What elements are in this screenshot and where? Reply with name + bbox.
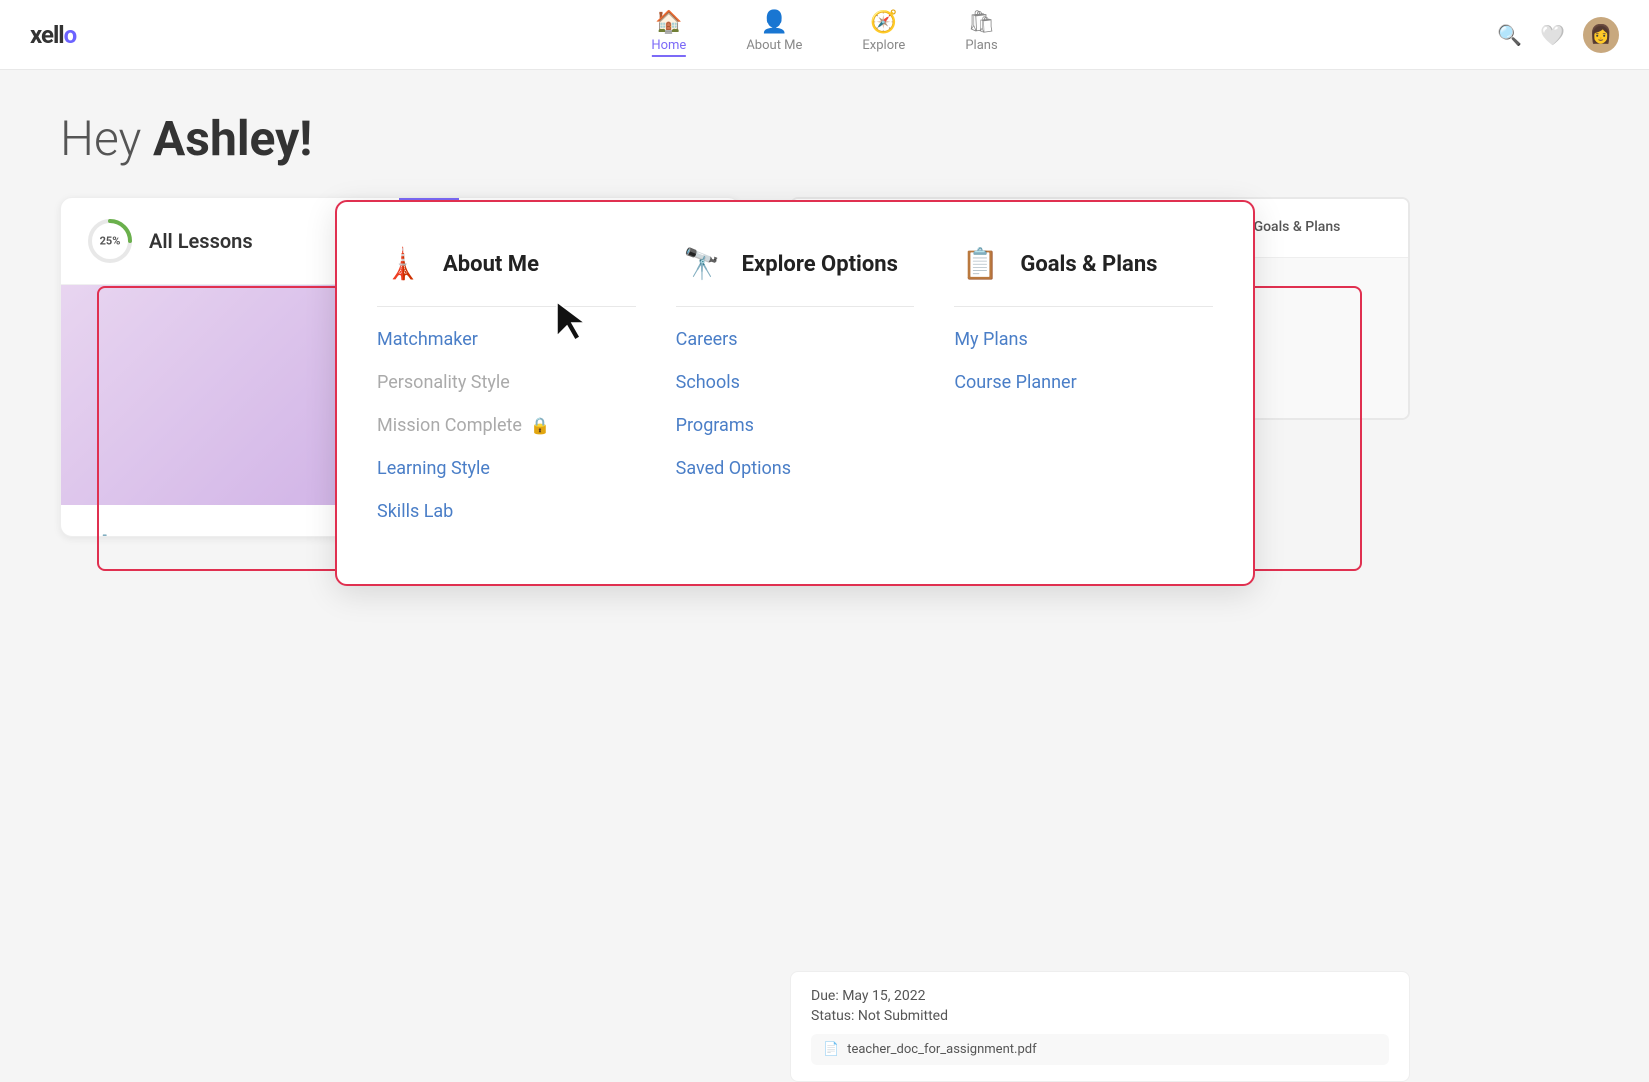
menu-link-skills-lab[interactable]: Skills Lab bbox=[377, 501, 636, 522]
nav-item-about-me[interactable]: 👤 About Me bbox=[746, 12, 802, 57]
menu-link-personality-style[interactable]: Personality Style bbox=[377, 372, 636, 393]
header-actions: 🔍 🤍 👩 bbox=[1497, 17, 1619, 53]
mega-col-goals: 📋 Goals & Plans My Plans Course Planner bbox=[934, 238, 1213, 544]
app-header: xello 🏠 Home 👤 About Me 🧭 Explore 🛍 Plan… bbox=[0, 0, 1649, 70]
greeting-text: Hey Ashley! bbox=[60, 110, 1589, 167]
compass-icon: 🧭 bbox=[870, 12, 897, 34]
mega-col-explore: 🔭 Explore Options Careers Schools Progra… bbox=[656, 238, 935, 544]
mega-col-about-me: 🗼 About Me Matchmaker Personality Style … bbox=[377, 238, 656, 544]
progress-circle: 25% bbox=[85, 216, 135, 266]
due-area: Due: May 15, 2022 Status: Not Submitted … bbox=[790, 971, 1410, 1082]
about-me-icon: 🗼 bbox=[377, 238, 429, 290]
menu-link-saved-options[interactable]: Saved Options bbox=[676, 458, 915, 479]
mega-col-goals-header: 📋 Goals & Plans bbox=[954, 238, 1213, 307]
due-date: Due: May 15, 2022 bbox=[811, 988, 1389, 1004]
search-icon[interactable]: 🔍 bbox=[1497, 23, 1522, 47]
menu-link-matchmaker[interactable]: Matchmaker bbox=[377, 329, 636, 350]
menu-link-careers[interactable]: Careers bbox=[676, 329, 915, 350]
careers-icon: ⚙️ bbox=[85, 527, 125, 537]
mega-menu-columns: 🗼 About Me Matchmaker Personality Style … bbox=[377, 238, 1213, 544]
mega-col-about-me-header: 🗼 About Me bbox=[377, 238, 636, 307]
menu-link-my-plans[interactable]: My Plans bbox=[954, 329, 1213, 350]
menu-link-course-planner[interactable]: Course Planner bbox=[954, 372, 1213, 393]
mega-col-explore-header: 🔭 Explore Options bbox=[676, 238, 915, 307]
explore-options-icon: 🔭 bbox=[676, 238, 728, 290]
nav-item-home[interactable]: 🏠 Home bbox=[651, 12, 686, 57]
lessons-title: All Lessons bbox=[149, 229, 253, 253]
file-icon: 📄 bbox=[823, 1042, 839, 1057]
goals-plans-icon: 📋 bbox=[954, 238, 1006, 290]
menu-link-learning-style[interactable]: Learning Style bbox=[377, 458, 636, 479]
progress-label: 25% bbox=[100, 235, 121, 248]
user-avatar[interactable]: 👩 bbox=[1583, 17, 1619, 53]
bag-icon: 🛍 bbox=[968, 12, 996, 34]
main-content: Hey Ashley! 25% All Lessons Grade 10 Pro bbox=[0, 70, 1649, 577]
nav-item-plans[interactable]: 🛍 Plans bbox=[965, 12, 997, 57]
mega-menu: 🗼 About Me Matchmaker Personality Style … bbox=[335, 200, 1255, 586]
person-icon: 👤 bbox=[761, 12, 788, 34]
nav-item-explore[interactable]: 🧭 Explore bbox=[862, 12, 905, 57]
menu-link-programs[interactable]: Programs bbox=[676, 415, 915, 436]
due-file[interactable]: 📄 teacher_doc_for_assignment.pdf bbox=[811, 1034, 1389, 1065]
heart-icon[interactable]: 🤍 bbox=[1540, 23, 1565, 47]
main-nav: 🏠 Home 👤 About Me 🧭 Explore 🛍 Plans bbox=[651, 12, 997, 57]
lock-icon: 🔒 bbox=[530, 416, 550, 435]
due-status: Status: Not Submitted bbox=[811, 1008, 1389, 1024]
app-logo[interactable]: xello bbox=[30, 21, 76, 49]
menu-link-mission-complete[interactable]: Mission Complete 🔒 bbox=[377, 415, 636, 436]
home-icon: 🏠 bbox=[655, 12, 682, 34]
menu-link-schools[interactable]: Schools bbox=[676, 372, 915, 393]
